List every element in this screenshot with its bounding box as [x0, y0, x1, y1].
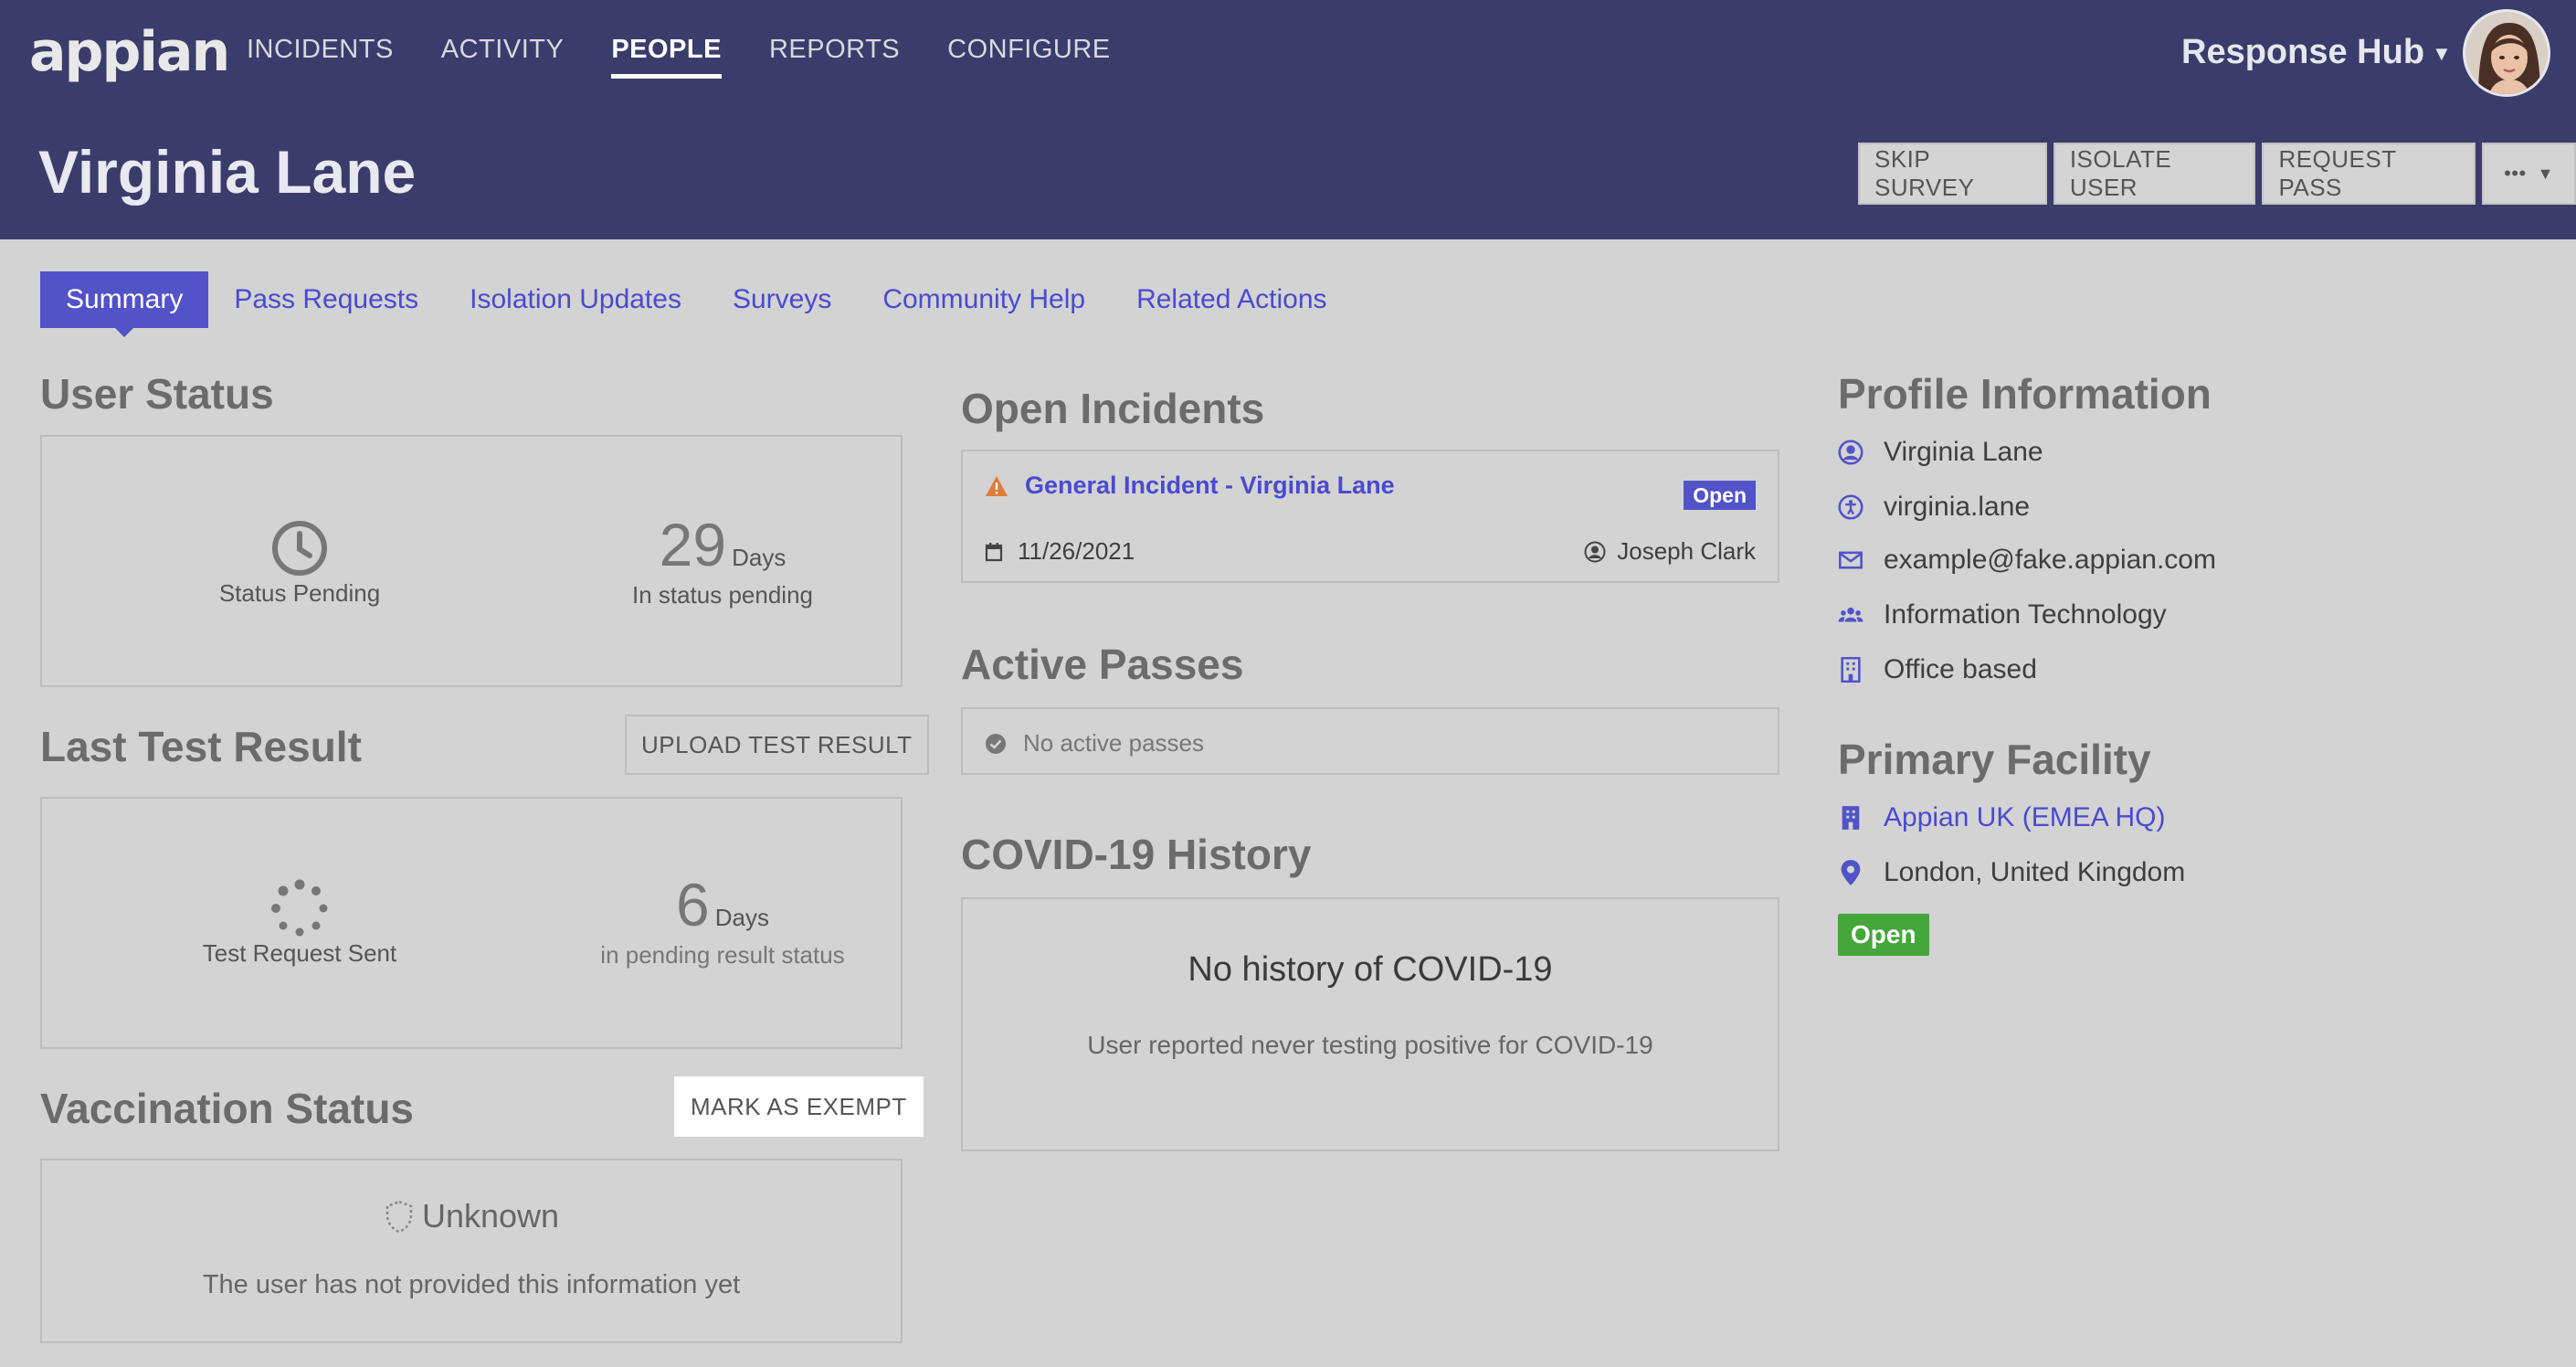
- more-actions-button[interactable]: ••• ▼: [2482, 143, 2576, 205]
- building-icon: [1838, 805, 1863, 831]
- isolate-user-button[interactable]: ISOLATE USER: [2053, 143, 2256, 205]
- vaccination-status-row: Unknown: [42, 1197, 901, 1235]
- pending-days-value: 6: [676, 871, 710, 938]
- incident-title-row: General Incident - Virginia Lane: [985, 472, 1395, 500]
- caret-down-icon: ▼: [2537, 164, 2554, 183]
- spinner-icon: [271, 879, 328, 937]
- nav-reports[interactable]: REPORTS: [769, 35, 900, 79]
- days-in-status-stat: 29 Days In status pending: [554, 510, 892, 609]
- skip-survey-button[interactable]: SKIP SURVEY: [1858, 143, 2047, 205]
- primary-facility-title: Primary Facility: [1838, 736, 2151, 783]
- map-pin-icon: [1838, 860, 1863, 885]
- profile-information-title: Profile Information: [1838, 370, 2212, 418]
- nav-configure[interactable]: CONFIGURE: [947, 35, 1111, 79]
- incident-card: General Incident - Virginia Lane Open 11…: [961, 450, 1779, 583]
- shield-icon: [385, 1200, 413, 1234]
- days-unit: Days: [732, 544, 787, 571]
- facility-status-badge: Open: [1838, 914, 1929, 956]
- check-circle-icon: [986, 733, 1006, 754]
- open-incidents-title: Open Incidents: [961, 385, 1265, 432]
- mark-as-exempt-button[interactable]: MARK AS EXEMPT: [674, 1076, 924, 1137]
- covid-history-title: COVID-19 History: [961, 831, 1312, 878]
- pending-days-caption: in pending result status: [600, 941, 845, 969]
- no-passes-row: No active passes: [985, 729, 1204, 758]
- top-header: appian INCIDENTS ACTIVITY PEOPLE REPORTS…: [0, 0, 2576, 239]
- facility-location: London, United Kingdom: [1884, 857, 2186, 887]
- ellipsis-icon: •••: [2504, 162, 2527, 185]
- covid-history-heading: No history of COVID-19: [1188, 950, 1553, 989]
- profile-name-row: Virginia Lane: [1838, 437, 2043, 468]
- incident-link[interactable]: General Incident - Virginia Lane: [1025, 472, 1395, 500]
- record-tabs: Summary Pass Requests Isolation Updates …: [40, 271, 1353, 337]
- header-actions: SKIP SURVEY ISOLATE USER REQUEST PASS ••…: [1858, 143, 2576, 205]
- warning-icon: [986, 475, 1008, 496]
- active-passes-card: No active passes: [961, 707, 1779, 775]
- facility-link[interactable]: Appian UK (EMEA HQ): [1884, 802, 2165, 833]
- avatar-portrait-icon: [2465, 12, 2548, 94]
- vaccination-note: The user has not provided this informati…: [202, 1270, 741, 1299]
- clock-icon: [272, 521, 327, 576]
- profile-department-row: Information Technology: [1838, 599, 2167, 631]
- pending-result-stat: 6 Days in pending result status: [554, 870, 892, 970]
- profile-workmode-row: Office based: [1838, 654, 2037, 685]
- profile-username: virginia.lane: [1884, 492, 2031, 522]
- days-caption: In status pending: [631, 581, 814, 609]
- appian-logo[interactable]: appian: [29, 20, 230, 84]
- building-icon: [1838, 657, 1863, 683]
- last-test-card: Test Request Sent 6 Days in pending resul…: [40, 797, 903, 1049]
- test-request-label: Test Request Sent: [202, 939, 397, 967]
- page-title: Virginia Lane: [38, 138, 417, 206]
- facility-name-row: Appian UK (EMEA HQ): [1838, 802, 2165, 833]
- response-hub-menu[interactable]: Response Hub ▼: [2181, 33, 2452, 72]
- active-passes-title: Active Passes: [961, 641, 1244, 688]
- nav-activity[interactable]: ACTIVITY: [441, 35, 565, 79]
- last-test-title: Last Test Result: [40, 723, 362, 770]
- days-value: 29: [659, 511, 727, 578]
- user-status-title: User Status: [40, 370, 274, 418]
- tab-isolation-updates[interactable]: Isolation Updates: [444, 271, 707, 328]
- caret-down-icon: ▼: [2432, 41, 2452, 65]
- incident-owner-row: Joseph Clark: [1584, 537, 1756, 566]
- profile-email-row: example@fake.appian.com: [1838, 545, 2216, 576]
- vaccination-title: Vaccination Status: [40, 1085, 415, 1132]
- nav-incidents[interactable]: INCIDENTS: [247, 35, 394, 79]
- pending-days-unit: Days: [714, 904, 769, 931]
- tab-community-help[interactable]: Community Help: [857, 271, 1111, 328]
- envelope-icon: [1838, 547, 1863, 573]
- no-active-passes-text: No active passes: [1023, 729, 1204, 757]
- nav-people[interactable]: PEOPLE: [611, 35, 722, 79]
- vaccination-card: Unknown The user has not provided this i…: [40, 1159, 903, 1343]
- covid-history-card: No history of COVID-19 User reported nev…: [961, 897, 1779, 1151]
- upload-test-result-button[interactable]: UPLOAD TEST RESULT: [625, 715, 929, 775]
- incident-status-badge: Open: [1684, 481, 1756, 510]
- profile-work-mode: Office based: [1884, 654, 2037, 684]
- profile-name: Virginia Lane: [1884, 437, 2043, 467]
- user-avatar[interactable]: [2463, 9, 2550, 97]
- user-circle-icon: [1838, 440, 1863, 465]
- status-pending-stat: Status Pending: [133, 519, 466, 608]
- incident-date-row: 11/26/2021: [985, 537, 1135, 566]
- covid-history-note: User reported never testing positive for…: [1087, 1031, 1653, 1059]
- user-circle-icon: [1584, 541, 1606, 562]
- profile-username-row: virginia.lane: [1838, 492, 2030, 523]
- profile-department: Information Technology: [1884, 599, 2167, 630]
- tab-surveys[interactable]: Surveys: [707, 271, 857, 328]
- calendar-icon: [985, 542, 1003, 561]
- incident-date: 11/26/2021: [1018, 537, 1135, 565]
- tab-summary[interactable]: Summary: [40, 271, 209, 337]
- facility-location-row: London, United Kingdom: [1838, 857, 2185, 888]
- status-pending-label: Status Pending: [218, 579, 381, 607]
- vaccination-status-label: Unknown: [421, 1197, 560, 1235]
- user-status-card: Status Pending 29 Days In status pending: [40, 435, 903, 687]
- tab-related-actions[interactable]: Related Actions: [1111, 271, 1352, 328]
- profile-email: example@fake.appian.com: [1884, 545, 2216, 575]
- test-request-stat: Test Request Sent: [133, 879, 466, 968]
- hub-label: Response Hub: [2181, 33, 2425, 71]
- accessibility-icon: [1838, 494, 1863, 520]
- incident-owner: Joseph Clark: [1617, 537, 1756, 565]
- users-icon: [1838, 602, 1863, 628]
- main-nav: INCIDENTS ACTIVITY PEOPLE REPORTS CONFIG…: [247, 35, 1111, 79]
- tab-pass-requests[interactable]: Pass Requests: [208, 271, 444, 328]
- request-pass-button[interactable]: REQUEST PASS: [2262, 143, 2476, 205]
